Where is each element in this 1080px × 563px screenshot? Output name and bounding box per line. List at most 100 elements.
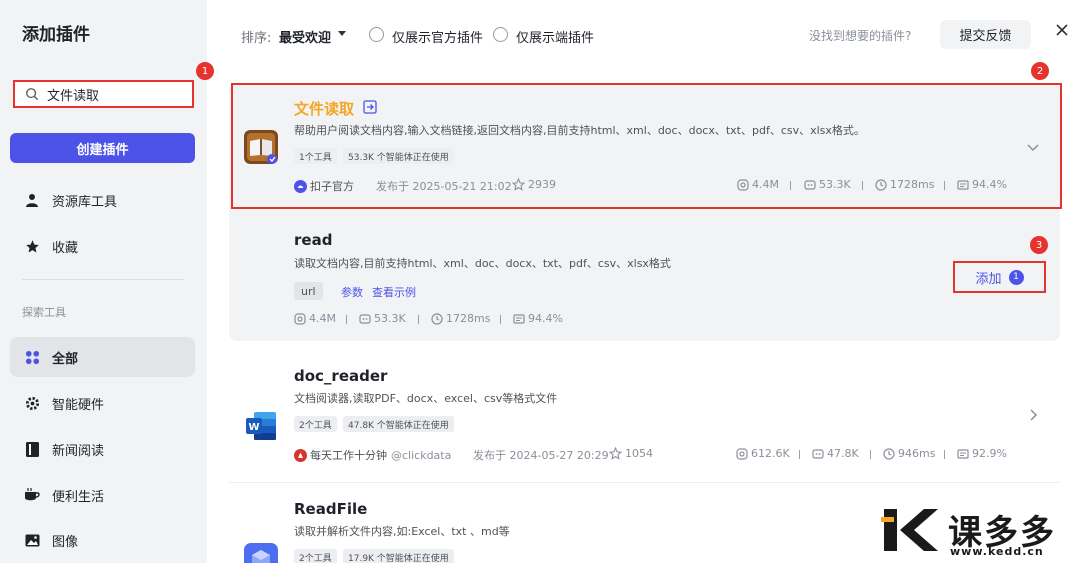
sidebar-item-life[interactable]: 便利生活 (10, 475, 195, 515)
favorites-count: 2939 (528, 178, 556, 191)
calls-count: 4.4M (752, 178, 779, 191)
open-link-icon[interactable] (363, 100, 377, 114)
meta-separator (418, 315, 419, 324)
annotation-badge-3: 3 (1030, 236, 1048, 254)
plugin-description: 读取并解析文件内容,如:Excel、txt 、md等 (294, 525, 510, 538)
sidebar-item-favorites[interactable]: 收藏 (10, 226, 195, 266)
sidebar-item-label: 全部 (52, 351, 79, 367)
clock-icon (431, 312, 443, 325)
search-input-box[interactable] (13, 80, 194, 108)
author-meta: 扣子官方 (294, 178, 354, 194)
sidebar-item-news[interactable]: 新闻阅读 (10, 429, 195, 469)
favorites-meta[interactable]: 1054 (609, 447, 653, 460)
publish-date: 发布于 2024-05-27 20:29 (473, 449, 609, 462)
view-example-link[interactable]: 查看示例 (372, 284, 416, 300)
tool-latency-value: 1728ms (446, 312, 491, 325)
not-found-text: 没找到想要的插件? (809, 29, 912, 43)
success-rate-icon (957, 448, 969, 459)
create-plugin-button[interactable]: 创建插件 (10, 133, 195, 163)
author-name: 每天工作十分钟 (310, 449, 387, 462)
author-handle: @clickdata (391, 448, 452, 462)
star-outline-icon (512, 178, 525, 191)
sidebar: 添加插件 创建插件 资源库工具 收藏 探索工具 全部 智能硬件 新闻阅读 便利生… (0, 0, 207, 563)
params-link[interactable]: 参数 (341, 284, 363, 300)
chevron-right-icon[interactable] (1026, 408, 1040, 422)
kedd-logo-icon (881, 509, 938, 551)
favorites-meta[interactable]: 2939 (512, 178, 556, 191)
chevron-down-icon[interactable] (1026, 140, 1040, 154)
bot-icon (804, 179, 816, 190)
calls-meta: 612.6K (736, 447, 790, 460)
sidebar-item-smart-hardware[interactable]: 智能硬件 (10, 383, 195, 423)
bots-meta: 47.8K (812, 447, 859, 460)
latency-value: 1728ms (890, 178, 935, 191)
bots-meta: 53.3K (804, 178, 851, 191)
row-divider (229, 482, 1060, 483)
annotation-badge-2: 2 (1031, 62, 1049, 80)
tool-description: 读取文档内容,目前支持html、xml、doc、docx、txt、pdf、csv… (294, 257, 671, 270)
highlight-frame (231, 83, 1062, 209)
tool-name: read (294, 231, 333, 249)
annotation-badge-1: 1 (196, 62, 214, 80)
image-icon (24, 532, 40, 548)
success-rate-icon (957, 179, 969, 190)
usage-count-tag: 47.8K 个智能体正在使用 (343, 416, 454, 432)
plugin-name[interactable]: 文件读取 (294, 98, 354, 119)
tool-success-meta: 94.4% (513, 312, 563, 325)
sidebar-item-label: 便利生活 (52, 489, 105, 505)
add-count-badge: 1 (1008, 269, 1024, 285)
caret-down-icon[interactable] (338, 31, 346, 36)
success-rate: 94.4% (972, 178, 1007, 191)
add-tool-button[interactable]: 添加 1 (953, 261, 1046, 293)
grid-icon (24, 349, 40, 365)
sidebar-item-label: 智能硬件 (52, 397, 105, 413)
sort-label: 排序: (241, 31, 272, 46)
sidebar-item-label: 资源库工具 (52, 194, 118, 210)
tool-count-tag: 1个工具 (294, 148, 337, 164)
meta-separator (870, 450, 871, 459)
tool-calls-meta: 4.4M (294, 312, 336, 325)
readfile-plugin-icon (244, 543, 278, 563)
client-only-radio[interactable] (493, 27, 508, 42)
clock-icon (883, 447, 895, 460)
author-name: 扣子官方 (310, 180, 354, 193)
meta-separator (346, 315, 347, 324)
tool-bots-meta: 53.3K (359, 312, 406, 325)
file-reader-plugin-icon (244, 130, 278, 164)
calls-meta: 4.4M (737, 178, 779, 191)
feedback-button[interactable]: 提交反馈 (940, 20, 1031, 49)
sidebar-title: 添加插件 (22, 25, 90, 45)
official-only-label[interactable]: 仅展示官方插件 (392, 27, 483, 46)
meta-separator (944, 181, 945, 190)
author-avatar-icon (294, 448, 307, 462)
plugin-name[interactable]: doc_reader (294, 367, 387, 385)
sidebar-item-image[interactable]: 图像 (10, 520, 195, 560)
tool-success-rate: 94.4% (528, 312, 563, 325)
meta-separator (862, 181, 863, 190)
close-icon[interactable] (1053, 21, 1071, 39)
tool-bots-count: 53.3K (374, 312, 406, 325)
sidebar-item-label: 图像 (52, 534, 79, 550)
usage-count-tag: 53.3K 个智能体正在使用 (343, 148, 454, 164)
calls-icon (294, 312, 306, 325)
latency-meta: 946ms (883, 447, 935, 460)
official-logo-icon (294, 179, 307, 193)
sidebar-item-library-tools[interactable]: 资源库工具 (10, 180, 195, 220)
plugin-name[interactable]: ReadFile (294, 500, 367, 518)
sidebar-item-all[interactable]: 全部 (10, 337, 195, 377)
search-input[interactable] (47, 86, 167, 102)
clock-icon (875, 178, 887, 191)
calls-icon (736, 447, 748, 460)
official-only-radio[interactable] (369, 27, 384, 42)
client-only-label[interactable]: 仅展示端插件 (516, 27, 594, 46)
sort-dropdown[interactable]: 最受欢迎 (279, 27, 331, 46)
success-meta: 94.4% (957, 178, 1007, 191)
success-rate-icon (513, 313, 525, 324)
success-rate: 92.9% (972, 447, 1007, 460)
svg-text:W: W (248, 422, 259, 433)
tool-latency-meta: 1728ms (431, 312, 490, 325)
tool-param-tag: url (294, 282, 323, 300)
sidebar-section-explore: 探索工具 (22, 306, 66, 319)
bots-count: 47.8K (827, 447, 859, 460)
cup-icon (24, 487, 40, 503)
